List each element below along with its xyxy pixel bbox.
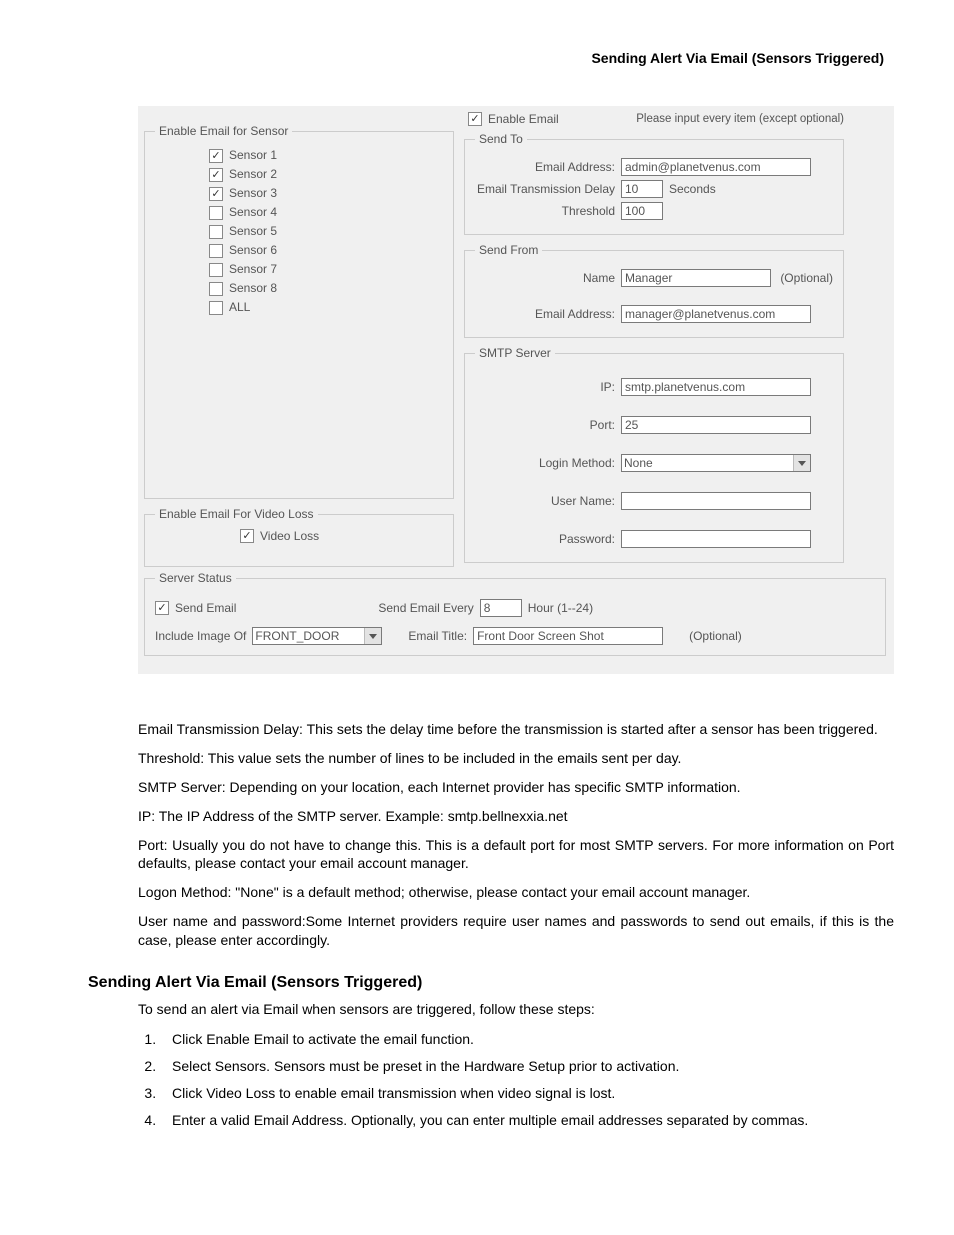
paragraph-threshold: Threshold: This value sets the number of… (138, 749, 894, 768)
delay-label: Email Transmission Delay (475, 182, 615, 196)
send-email-checkbox[interactable] (155, 601, 169, 615)
sensor-all-checkbox[interactable] (209, 301, 223, 315)
chevron-down-icon (364, 628, 381, 644)
login-method-label: Login Method: (475, 456, 615, 470)
paragraph-logon: Logon Method: "None" is a default method… (138, 883, 894, 902)
sensor-3-checkbox[interactable] (209, 187, 223, 201)
server-status-group: Server Status Send Email Send Email Ever… (144, 571, 886, 656)
login-method-value: None (624, 456, 653, 470)
enable-email-sensor-group: Enable Email for Sensor Sensor 1 Sensor … (144, 124, 454, 499)
login-method-select[interactable]: None (621, 454, 811, 472)
password-label: Password: (475, 532, 615, 546)
sensor-row: Sensor 7 (209, 260, 443, 279)
enable-email-checkbox[interactable] (468, 112, 482, 126)
sensor-label: Sensor 5 (229, 222, 277, 241)
smtp-server-group: SMTP Server IP: smtp.planetvenus.com Por… (464, 346, 844, 563)
step-item: Enter a valid Email Address. Optionally,… (160, 1110, 894, 1131)
threshold-input[interactable]: 100 (621, 202, 663, 220)
paragraph-smtp: SMTP Server: Depending on your location,… (138, 778, 894, 797)
password-input[interactable] (621, 530, 811, 548)
name-label: Name (475, 271, 615, 285)
sensor-2-checkbox[interactable] (209, 168, 223, 182)
delay-input[interactable]: 10 (621, 180, 663, 198)
sensor-row: Sensor 2 (209, 165, 443, 184)
threshold-label: Threshold (475, 204, 615, 218)
port-label: Port: (475, 418, 615, 432)
sensor-5-checkbox[interactable] (209, 225, 223, 239)
send-every-label: Send Email Every (378, 601, 473, 615)
smtp-port-input[interactable]: 25 (621, 416, 811, 434)
sensor-1-checkbox[interactable] (209, 149, 223, 163)
paragraph-userpass: User name and password:Some Internet pro… (138, 912, 894, 950)
sensor-label: ALL (229, 298, 250, 317)
email-title-label: Email Title: (408, 629, 467, 643)
optional-label: (Optional) (780, 271, 833, 285)
chevron-down-icon (793, 455, 810, 471)
send-every-input[interactable]: 8 (480, 599, 522, 617)
ip-label: IP: (475, 380, 615, 394)
sensor-row: Sensor 1 (209, 146, 443, 165)
step-item: Select Sensors. Sensors must be preset i… (160, 1056, 894, 1077)
sensor-label: Sensor 4 (229, 203, 277, 222)
email-title-input[interactable]: Front Door Screen Shot (473, 627, 663, 645)
section-intro: To send an alert via Email when sensors … (138, 1000, 894, 1019)
enable-email-sensor-legend: Enable Email for Sensor (155, 124, 292, 138)
paragraph-delay: Email Transmission Delay: This sets the … (138, 720, 894, 739)
sensor-row: ALL (209, 298, 443, 317)
send-email-label: Send Email (175, 601, 236, 615)
sensor-label: Sensor 6 (229, 241, 277, 260)
paragraph-port: Port: Usually you do not have to change … (138, 836, 894, 874)
sensor-4-checkbox[interactable] (209, 206, 223, 220)
sensor-7-checkbox[interactable] (209, 263, 223, 277)
include-image-value: FRONT_DOOR (255, 629, 339, 643)
page-header: Sending Alert Via Email (Sensors Trigger… (88, 50, 894, 66)
enable-email-video-loss-group: Enable Email For Video Loss Video Loss (144, 507, 454, 567)
input-hint: Please input every item (except optional… (636, 113, 844, 125)
send-every-unit: Hour (1--24) (528, 601, 593, 615)
steps-list: Click Enable Email to activate the email… (138, 1029, 894, 1131)
send-to-group: Send To Email Address: admin@planetvenus… (464, 132, 844, 235)
email-setup-dialog: Enable Email for Sensor Sensor 1 Sensor … (138, 106, 894, 674)
optional-label: (Optional) (689, 629, 742, 643)
user-name-input[interactable] (621, 492, 811, 510)
sensor-label: Sensor 8 (229, 279, 277, 298)
section-heading: Sending Alert Via Email (Sensors Trigger… (88, 974, 894, 992)
server-status-legend: Server Status (155, 571, 236, 585)
paragraph-ip: IP: The IP Address of the SMTP server. E… (138, 807, 894, 826)
user-name-label: User Name: (475, 494, 615, 508)
video-loss-label: Video Loss (260, 529, 319, 543)
sensor-6-checkbox[interactable] (209, 244, 223, 258)
video-loss-checkbox[interactable] (240, 529, 254, 543)
send-from-name-input[interactable]: Manager (621, 269, 771, 287)
smtp-legend: SMTP Server (475, 346, 555, 360)
sensor-label: Sensor 2 (229, 165, 277, 184)
send-to-legend: Send To (475, 132, 527, 146)
include-image-select[interactable]: FRONT_DOOR (252, 627, 382, 645)
from-email-label: Email Address: (475, 307, 615, 321)
delay-unit: Seconds (669, 182, 716, 196)
email-address-label: Email Address: (475, 160, 615, 174)
send-from-email-input[interactable]: manager@planetvenus.com (621, 305, 811, 323)
send-to-email-input[interactable]: admin@planetvenus.com (621, 158, 811, 176)
video-loss-legend: Enable Email For Video Loss (155, 507, 318, 521)
sensor-row: Sensor 8 (209, 279, 443, 298)
send-from-legend: Send From (475, 243, 542, 257)
sensor-row: Sensor 3 (209, 184, 443, 203)
sensor-8-checkbox[interactable] (209, 282, 223, 296)
sensor-row: Sensor 4 (209, 203, 443, 222)
include-image-label: Include Image Of (155, 629, 246, 643)
sensor-row: Sensor 6 (209, 241, 443, 260)
step-item: Click Video Loss to enable email transmi… (160, 1083, 894, 1104)
sensor-label: Sensor 3 (229, 184, 277, 203)
enable-email-label: Enable Email (488, 112, 559, 126)
sensor-row: Sensor 5 (209, 222, 443, 241)
smtp-ip-input[interactable]: smtp.planetvenus.com (621, 378, 811, 396)
send-from-group: Send From Name Manager (Optional) Email … (464, 243, 844, 338)
step-item: Click Enable Email to activate the email… (160, 1029, 894, 1050)
sensor-label: Sensor 1 (229, 146, 277, 165)
sensor-label: Sensor 7 (229, 260, 277, 279)
